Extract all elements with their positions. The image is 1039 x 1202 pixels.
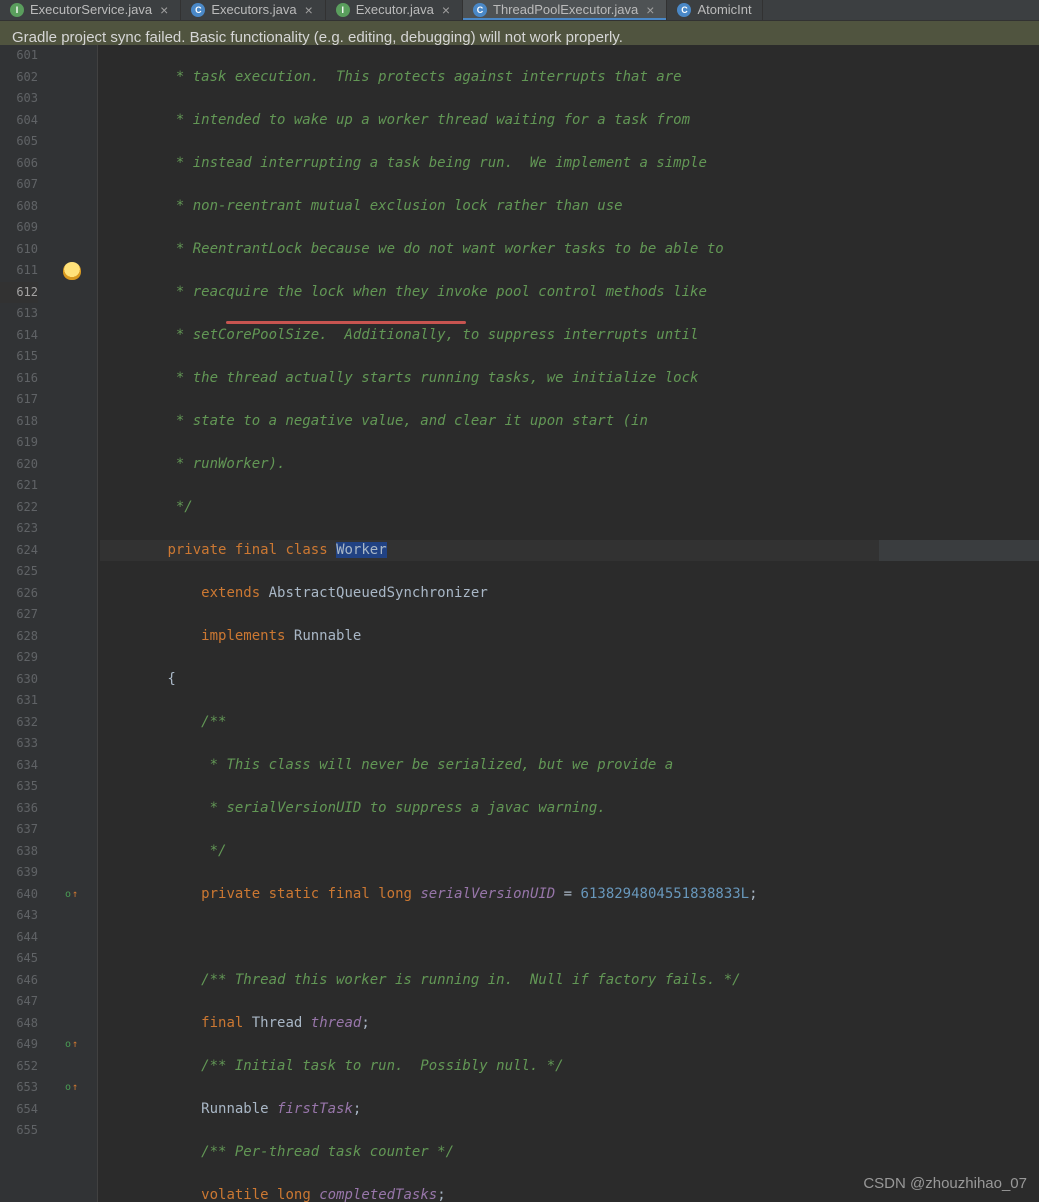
gutter-icons: ooo	[46, 45, 98, 1202]
tab-executorservice[interactable]: I ExecutorService.java ×	[0, 0, 181, 20]
tab-label: Executors.java	[211, 2, 296, 17]
class-icon: C	[677, 3, 691, 17]
tab-executor[interactable]: I Executor.java ×	[326, 0, 463, 20]
code-editor[interactable]: 6016026036046056066076086096106116126136…	[0, 45, 1039, 1202]
tab-executors[interactable]: C Executors.java ×	[181, 0, 325, 20]
class-icon: C	[473, 3, 487, 17]
interface-icon: I	[10, 3, 24, 17]
tab-label: ThreadPoolExecutor.java	[493, 2, 638, 17]
code-area[interactable]: * task execution. This protects against …	[98, 45, 1039, 1202]
close-icon[interactable]: ×	[440, 3, 452, 17]
editor-tabs: I ExecutorService.java × C Executors.jav…	[0, 0, 1039, 21]
tab-threadpoolexecutor[interactable]: C ThreadPoolExecutor.java ×	[463, 0, 667, 20]
override-gutter-icon[interactable]: o	[46, 1077, 97, 1099]
line-number-gutter: 6016026036046056066076086096106116126136…	[0, 45, 46, 1202]
override-gutter-icon[interactable]: o	[46, 1034, 97, 1056]
intention-bulb-icon[interactable]	[46, 260, 97, 282]
gradle-sync-warning[interactable]: Gradle project sync failed. Basic functi…	[0, 21, 1039, 46]
tab-label: AtomicInt	[697, 2, 751, 17]
tab-label: ExecutorService.java	[30, 2, 152, 17]
annotation-underline	[226, 321, 466, 324]
class-icon: C	[191, 3, 205, 17]
tab-label: Executor.java	[356, 2, 434, 17]
close-icon[interactable]: ×	[303, 3, 315, 17]
interface-icon: I	[336, 3, 350, 17]
close-icon[interactable]: ×	[158, 3, 170, 17]
tab-atomicint[interactable]: C AtomicInt	[667, 0, 762, 20]
override-gutter-icon[interactable]: o	[46, 884, 97, 906]
close-icon[interactable]: ×	[644, 3, 656, 17]
ide-root: I ExecutorService.java × C Executors.jav…	[0, 0, 1039, 1202]
